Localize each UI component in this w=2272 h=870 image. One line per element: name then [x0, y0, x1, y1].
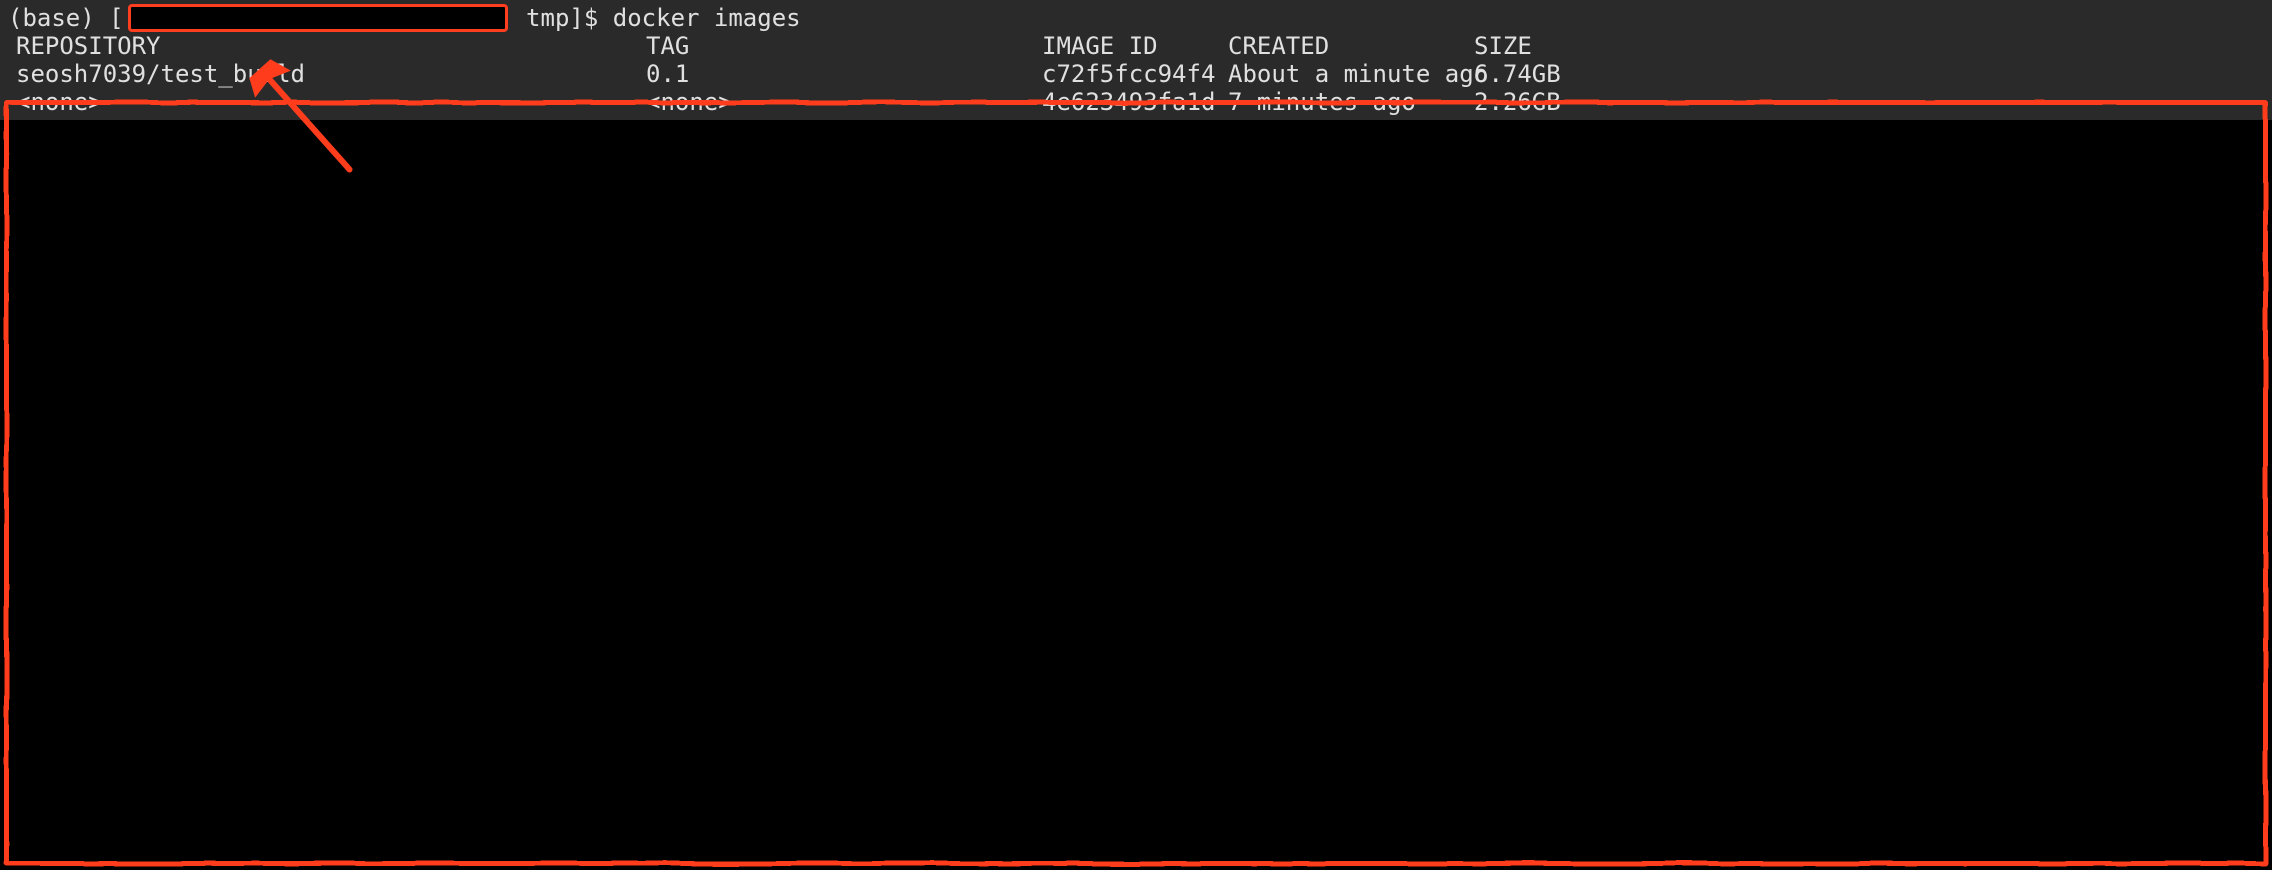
cell-repository: seosh7039/test_build	[16, 60, 646, 88]
cell-created: 7 minutes ago	[1228, 88, 1474, 116]
header-tag: TAG	[646, 32, 1042, 60]
prompt-open-bracket: [	[95, 4, 124, 32]
cell-tag: <none>	[646, 88, 1042, 116]
annotation-rectangle	[4, 100, 2268, 866]
cell-image-id: c72f5fcc94f4	[1042, 60, 1228, 88]
table-row: <none> <none> 4e623493fa1d 7 minutes ago…	[8, 88, 2264, 116]
cell-image-id: 4e623493fa1d	[1042, 88, 1228, 116]
prompt-line: (base) [ tmp]$ docker images	[8, 4, 2264, 32]
cell-size: 2.26GB	[1474, 88, 1574, 116]
prompt-close-bracket: tmp]$	[512, 4, 613, 32]
redacted-hostname	[128, 4, 508, 32]
header-created: CREATED	[1228, 32, 1474, 60]
header-image-id: IMAGE ID	[1042, 32, 1228, 60]
prompt-env: (base)	[8, 4, 95, 32]
cell-repository: <none>	[16, 88, 646, 116]
terminal-header-section: (base) [ tmp]$ docker images REPOSITORY …	[0, 0, 2272, 120]
command-text: docker images	[613, 4, 801, 32]
table-header-row: REPOSITORY TAG IMAGE ID CREATED SIZE	[8, 32, 2264, 60]
terminal-window[interactable]: (base) [ tmp]$ docker images REPOSITORY …	[0, 0, 2272, 870]
header-size: SIZE	[1474, 32, 1574, 60]
cell-created: About a minute ago	[1228, 60, 1474, 88]
cell-tag: 0.1	[646, 60, 1042, 88]
cell-size: 6.74GB	[1474, 60, 1574, 88]
header-repository: REPOSITORY	[16, 32, 646, 60]
table-row: seosh7039/test_build 0.1 c72f5fcc94f4 Ab…	[8, 60, 2264, 88]
